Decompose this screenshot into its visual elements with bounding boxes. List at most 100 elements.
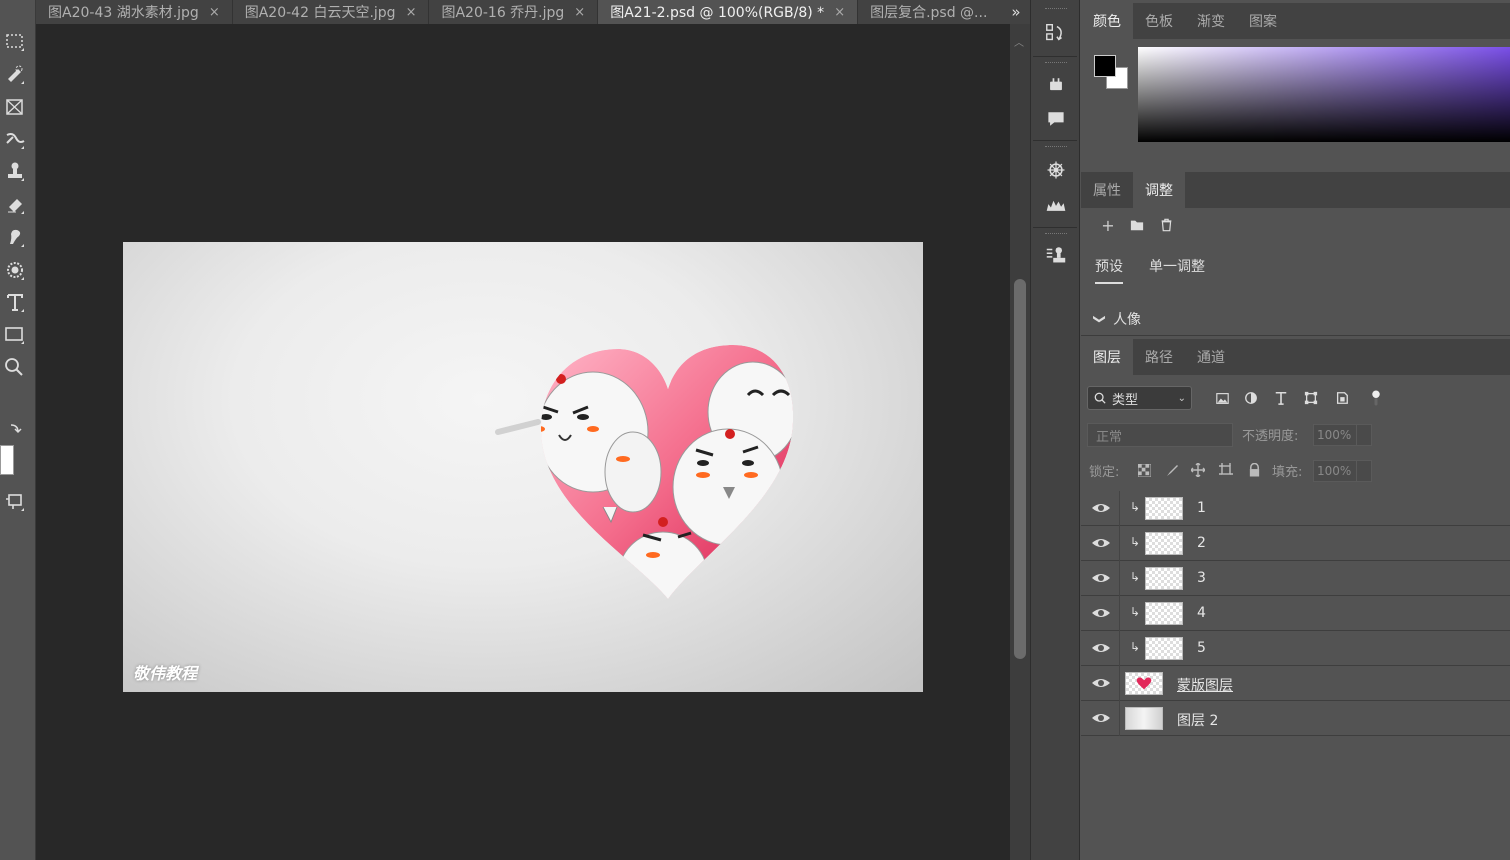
rectangle-tool-icon[interactable] — [0, 321, 30, 347]
foreground-color-swatch[interactable] — [1094, 55, 1116, 77]
fill-dropdown[interactable] — [1356, 460, 1372, 482]
tab-layers[interactable]: 图层 — [1081, 339, 1133, 375]
tab-adjustments[interactable]: 调整 — [1133, 172, 1185, 208]
tab-color[interactable]: 颜色 — [1081, 3, 1133, 39]
subtab-single-adjustment[interactable]: 单一调整 — [1149, 256, 1205, 282]
scroll-up-icon[interactable]: ︿ — [1014, 34, 1024, 49]
layer-name[interactable]: 1 — [1197, 500, 1206, 516]
close-icon[interactable]: × — [406, 5, 417, 20]
canvas-area[interactable]: 敬伟教程 — [36, 24, 1010, 860]
pixel-layer-filter-icon[interactable] — [1212, 388, 1232, 408]
type-layer-filter-icon[interactable] — [1271, 388, 1291, 408]
panel-grip[interactable] — [1045, 146, 1067, 149]
layer-comps-icon[interactable] — [1043, 243, 1069, 269]
preset-group-row[interactable]: ❯ 人像 — [1081, 302, 1510, 336]
panel-grip[interactable] — [1045, 233, 1067, 236]
layer-thumbnail — [1145, 602, 1183, 625]
document-tab[interactable]: 图A20-42 白云天空.jpg × — [232, 0, 430, 24]
lock-position-icon[interactable] — [1188, 460, 1208, 480]
eye-icon[interactable] — [1091, 535, 1111, 551]
plugins-icon[interactable] — [1043, 72, 1069, 98]
eye-icon[interactable] — [1091, 640, 1111, 656]
stamp-tool-icon[interactable] — [0, 158, 30, 184]
clipping-mask-icon: ↳ — [1130, 500, 1141, 514]
document-tab[interactable]: 图层复合.psd @... — [858, 0, 1000, 24]
opacity-dropdown[interactable] — [1356, 424, 1372, 446]
layer-row[interactable]: ↳ 1 — [1081, 491, 1510, 526]
document-canvas[interactable]: 敬伟教程 — [123, 242, 923, 692]
eye-icon[interactable] — [1091, 570, 1111, 586]
right-panels: 颜色 色板 渐变 图案 属性 调整 + 预设 单一调整 ❯ 人像 图层 路径 通… — [1081, 0, 1510, 860]
layer-row[interactable]: ↳ 5 — [1081, 631, 1510, 666]
foreground-color-swatch[interactable] — [0, 445, 14, 475]
document-tab[interactable]: 图A20-43 湖水素材.jpg × — [36, 0, 233, 24]
eye-icon[interactable] — [1091, 675, 1111, 691]
close-icon[interactable]: × — [209, 5, 220, 20]
panel-grip[interactable] — [1045, 8, 1067, 11]
tab-paths[interactable]: 路径 — [1133, 339, 1185, 375]
layer-row[interactable]: ↳ 3 — [1081, 561, 1510, 596]
layer-name[interactable]: 2 — [1197, 535, 1206, 551]
smart-object-filter-icon[interactable] — [1332, 388, 1352, 408]
folder-icon[interactable] — [1128, 216, 1146, 234]
layer-name[interactable]: 蒙版图层 — [1177, 675, 1233, 695]
layer-row[interactable]: 图层 2 — [1081, 701, 1510, 736]
lock-all-icon[interactable] — [1244, 460, 1264, 480]
document-tab[interactable]: 图A20-16 乔丹.jpg × — [429, 0, 599, 24]
swap-colors-icon[interactable] — [0, 418, 30, 438]
tab-patterns[interactable]: 图案 — [1237, 3, 1289, 39]
type-tool-icon[interactable] — [0, 289, 30, 315]
subtab-presets[interactable]: 预设 — [1095, 256, 1123, 284]
layer-name[interactable]: 5 — [1197, 640, 1206, 656]
filter-toggle-icon[interactable] — [1366, 388, 1386, 408]
add-icon[interactable]: + — [1099, 216, 1117, 235]
vertical-scrollbar[interactable]: ︿ — [1010, 24, 1030, 860]
layer-filter-select[interactable]: 类型 ⌄ — [1087, 386, 1192, 410]
color-spectrum-field[interactable] — [1138, 47, 1510, 142]
sponge-tool-icon[interactable] — [0, 257, 30, 283]
crop-tool-icon[interactable] — [0, 126, 30, 152]
frame-tool-icon[interactable] — [0, 94, 30, 120]
layer-row[interactable]: ↳ 4 — [1081, 596, 1510, 631]
histogram-icon[interactable] — [1043, 192, 1069, 218]
shape-layer-filter-icon[interactable] — [1301, 388, 1321, 408]
eye-icon[interactable] — [1091, 710, 1111, 726]
lock-transparent-pixels-icon[interactable] — [1134, 460, 1154, 480]
eye-icon[interactable] — [1091, 605, 1111, 621]
layer-name[interactable]: 4 — [1197, 605, 1206, 621]
history-icon[interactable] — [1043, 20, 1069, 46]
adjustment-layer-filter-icon[interactable] — [1241, 388, 1261, 408]
layer-name[interactable]: 3 — [1197, 570, 1206, 586]
divider — [1033, 56, 1077, 57]
screen-mode-icon[interactable] — [0, 488, 30, 514]
layer-row[interactable]: 蒙版图层 — [1081, 666, 1510, 701]
close-icon[interactable]: × — [574, 5, 585, 20]
scrollbar-thumb[interactable] — [1014, 279, 1026, 659]
eraser-tool-icon[interactable] — [0, 191, 30, 217]
close-icon[interactable]: × — [834, 5, 845, 20]
layer-row[interactable]: ↳ 2 — [1081, 526, 1510, 561]
panel-grip[interactable] — [1045, 62, 1067, 65]
opacity-input[interactable]: 100% — [1313, 424, 1357, 446]
quick-selection-tool-icon[interactable] — [0, 61, 30, 87]
comments-icon[interactable] — [1043, 106, 1069, 132]
tab-overflow-icon[interactable]: » — [1002, 0, 1030, 24]
marquee-tool-icon[interactable] — [0, 28, 30, 54]
tab-channels[interactable]: 通道 — [1185, 339, 1237, 375]
eye-icon[interactable] — [1091, 500, 1111, 516]
adjust-toolbar: + — [1081, 208, 1510, 242]
smudge-tool-icon[interactable] — [0, 224, 30, 250]
adjust-subtabs: 预设 单一调整 — [1081, 250, 1510, 286]
blend-mode-select[interactable]: 正常 — [1087, 423, 1233, 447]
document-tab-active[interactable]: 图A21-2.psd @ 100%(RGB/8) * × — [598, 0, 859, 24]
tab-gradients[interactable]: 渐变 — [1185, 3, 1237, 39]
zoom-tool-icon[interactable] — [0, 354, 30, 380]
tab-properties[interactable]: 属性 — [1081, 172, 1133, 208]
fill-input[interactable]: 100% — [1313, 460, 1357, 482]
lock-image-pixels-icon[interactable] — [1162, 460, 1182, 480]
tab-swatches[interactable]: 色板 — [1133, 3, 1185, 39]
layer-name[interactable]: 图层 2 — [1177, 710, 1218, 730]
navigator-icon[interactable] — [1043, 157, 1069, 183]
lock-artboard-icon[interactable] — [1216, 460, 1236, 480]
delete-icon[interactable] — [1157, 216, 1175, 234]
